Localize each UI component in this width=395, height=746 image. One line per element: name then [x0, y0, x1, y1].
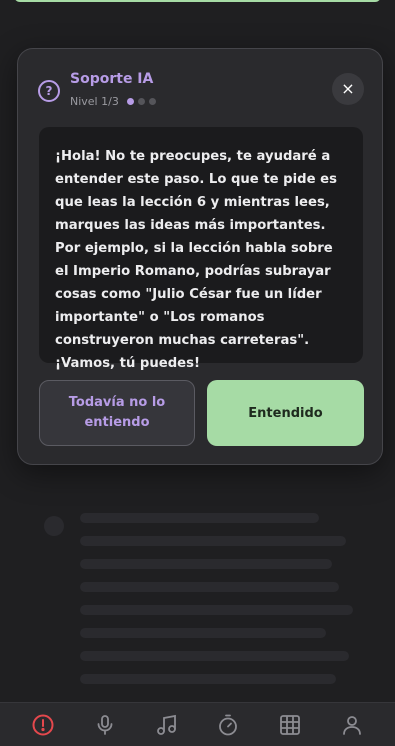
question-icon: ?: [38, 80, 60, 102]
background-text-line: [80, 674, 336, 684]
grid-icon: [280, 714, 301, 735]
user-icon: [343, 715, 361, 735]
nav-music[interactable]: [147, 705, 187, 745]
microphone-icon: [97, 714, 113, 735]
modal-title: Soporte IA: [70, 71, 154, 87]
background-text-line: [80, 582, 340, 592]
nav-microphone[interactable]: [85, 705, 125, 745]
alert-icon: [32, 714, 54, 735]
nav-profile[interactable]: [332, 705, 372, 745]
background-text-line: [80, 536, 346, 546]
level-dot: [137, 98, 145, 105]
music-note-icon: [156, 714, 176, 735]
question-icon-glyph: ?: [45, 84, 53, 98]
level-indicator: Nivel 1/3: [70, 95, 160, 108]
background-text-line: [80, 651, 350, 661]
close-button[interactable]: ×: [332, 73, 364, 105]
ai-message: ¡Hola! No te preocupes, te ayudaré a ent…: [39, 127, 363, 371]
background-text-line: [80, 513, 319, 523]
background-text-line: [80, 559, 333, 569]
understood-button[interactable]: Entendido: [207, 380, 364, 446]
level-label: Nivel 1/3: [70, 95, 119, 108]
nav-grid[interactable]: [270, 705, 310, 745]
ai-support-modal: ? Soporte IA Nivel 1/3 × ¡Hola! No te pr…: [17, 48, 383, 465]
level-dot: [148, 98, 156, 105]
background-green-banner: [14, 0, 381, 2]
timer-icon: [219, 714, 238, 735]
bottom-navigation: [0, 702, 395, 746]
background-text-line: [80, 628, 326, 638]
nav-alert[interactable]: [23, 705, 63, 745]
nav-timer[interactable]: [208, 705, 248, 745]
background-text-line: [80, 605, 353, 615]
background-card: [36, 500, 377, 702]
background-icon: [44, 516, 64, 536]
still-dont-understand-button[interactable]: Todavía no lo entiendo: [39, 380, 195, 446]
close-icon: ×: [341, 79, 355, 98]
level-dot-active: [126, 98, 134, 105]
